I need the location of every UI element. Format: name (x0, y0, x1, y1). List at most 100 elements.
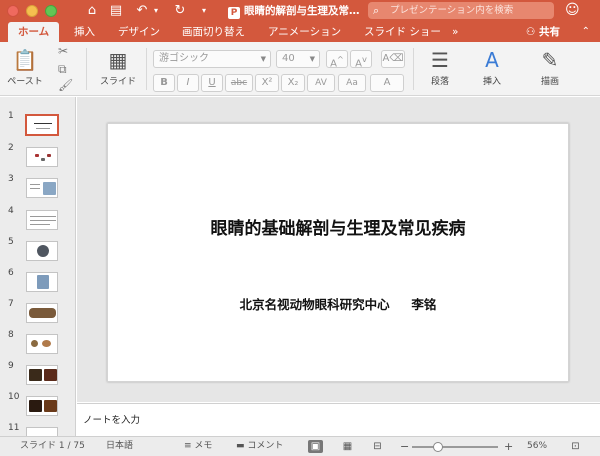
change-case-button[interactable]: Aa (338, 74, 366, 92)
new-slide-button[interactable]: ▦ スライド (96, 46, 140, 87)
thumbnail-row[interactable]: 8 (0, 330, 75, 360)
decrease-font-size-button[interactable]: Av (350, 50, 372, 69)
thumbnail-number: 7 (8, 299, 14, 309)
zoom-level[interactable]: 56% (527, 437, 547, 456)
comments-button[interactable]: ▬ コメント (236, 437, 283, 456)
copy-icon[interactable]: ⧉ (58, 62, 67, 77)
close-window-button[interactable] (7, 5, 19, 17)
slide-thumbnail[interactable] (26, 210, 58, 230)
share-icon: ⚇ (525, 26, 539, 38)
slide-thumbnail[interactable] (26, 427, 58, 436)
thumbnail-row[interactable]: 10 (0, 392, 75, 422)
text-box-icon: A (485, 48, 499, 72)
thumbnail-row[interactable]: 9 (0, 361, 75, 391)
draw-button[interactable]: ✎ 描画 (528, 46, 572, 87)
tab-transitions[interactable]: 画面切り替え (182, 22, 245, 42)
increase-font-size-button[interactable]: A^ (326, 50, 348, 69)
share-button[interactable]: ⚇ 共有 (526, 22, 560, 42)
slide-editor[interactable]: 眼睛的基础解剖与生理及常见疾病 北京名视动物眼科研究中心 李铭 (77, 97, 600, 402)
paragraph-align-icon: ☰ (431, 48, 449, 72)
notes-placeholder: ノートを入力 (83, 415, 141, 426)
paint-brush-icon: ✎ (541, 48, 559, 72)
zoom-out-button[interactable]: − (400, 437, 409, 456)
strikethrough-button[interactable]: abc (225, 74, 253, 92)
paragraph-button[interactable]: ☰ 段落 (420, 46, 460, 87)
font-family-select[interactable]: 游ゴシック ▼ (153, 50, 271, 68)
paste-button[interactable]: 📋 ペースト (6, 46, 44, 87)
slide-thumbnail-selected[interactable] (25, 114, 59, 136)
slide-thumbnail-panel[interactable]: 1 2 3 4 5 6 7 8 9 10 11 (0, 97, 76, 436)
language-indicator[interactable]: 日本語 (106, 437, 133, 456)
search-input[interactable]: ⌕ プレゼンテーション内を検索 (368, 2, 554, 19)
zoom-slider-handle[interactable] (433, 442, 443, 452)
zoom-in-button[interactable]: + (504, 437, 513, 456)
superscript-button[interactable]: X² (255, 74, 279, 92)
undo-dropdown-icon[interactable]: ▾ (148, 3, 164, 19)
thumbnail-row[interactable]: 11 (0, 423, 75, 436)
tab-home[interactable]: ホーム (8, 22, 60, 42)
thumbnail-row[interactable]: 2 (0, 143, 75, 173)
home-icon[interactable]: ⌂ (84, 3, 100, 19)
draw-label: 描画 (540, 77, 559, 87)
collapse-ribbon-icon[interactable]: ⌃ (582, 22, 590, 42)
minimize-window-button[interactable] (26, 5, 38, 17)
thumbnail-row[interactable]: 5 (0, 237, 75, 267)
insert-button[interactable]: A 挿入 (472, 46, 512, 87)
slide-thumbnail[interactable] (26, 303, 58, 323)
zoom-slider-track[interactable] (412, 446, 498, 448)
tab-more[interactable]: » (452, 22, 458, 42)
slide-sorter-view-button[interactable]: ▦ (340, 440, 355, 453)
font-size-select[interactable]: 40 ▼ (276, 50, 320, 68)
slide-thumbnail[interactable] (26, 396, 58, 416)
slide-layout-icon: ▦ (108, 48, 128, 72)
thumbnail-number: 5 (8, 237, 14, 247)
tab-insert[interactable]: 挿入 (74, 22, 95, 42)
thumbnail-row[interactable]: 4 (0, 206, 75, 236)
thumbnail-number: 1 (8, 111, 14, 121)
format-painter-icon[interactable]: 🖌 (58, 78, 73, 92)
thumbnail-row[interactable]: 3 (0, 174, 75, 204)
thumbnail-row[interactable]: 7 (0, 299, 75, 329)
slide-subtitle[interactable]: 北京名视动物眼科研究中心 李铭 (108, 294, 568, 313)
ribbon-tabs: ホーム 挿入 デザイン 画面切り替え アニメーション スライド ショー » ⚇ … (0, 22, 600, 42)
customize-toolbar-icon[interactable]: ▾ (196, 3, 212, 19)
slide-title[interactable]: 眼睛的基础解剖与生理及常见疾病 (108, 214, 568, 239)
slide-thumbnail[interactable] (26, 241, 58, 261)
subscript-button[interactable]: X₂ (281, 74, 305, 92)
normal-view-button[interactable]: ▣ (308, 440, 323, 453)
font-color-button[interactable]: A (370, 74, 404, 92)
tab-design[interactable]: デザイン (118, 22, 160, 42)
slideshow-view-button[interactable]: ⊟ (370, 440, 385, 453)
clear-formatting-button[interactable]: A⌫ (381, 50, 405, 68)
slide-counter: スライド 1 / 75 (20, 441, 85, 451)
slide-thumbnail[interactable] (26, 272, 58, 292)
paragraph-label: 段落 (430, 77, 449, 87)
current-slide[interactable]: 眼睛的基础解剖与生理及常见疾病 北京名视动物眼科研究中心 李铭 (107, 123, 569, 382)
comments-label: コメント (247, 441, 284, 451)
thumbnail-row[interactable]: 6 (0, 268, 75, 298)
character-spacing-button[interactable]: AV (307, 74, 335, 92)
smiley-icon[interactable]: ☺ (565, 2, 580, 18)
italic-button[interactable]: I (177, 74, 199, 92)
slide-thumbnail[interactable] (26, 178, 58, 198)
chevron-down-icon: ▼ (260, 55, 266, 63)
notes-pane[interactable]: ノートを入力 (77, 403, 600, 436)
save-icon[interactable]: ▤ (108, 3, 124, 19)
notes-toggle-button[interactable]: ≡ メモ (184, 437, 212, 456)
comment-icon: ▬ (236, 441, 248, 451)
slide-label: スライド (99, 77, 136, 87)
fit-to-window-icon[interactable]: ⊡ (568, 440, 583, 453)
slide-thumbnail[interactable] (26, 147, 58, 167)
thumbnail-row[interactable]: 1 (0, 111, 75, 141)
underline-button[interactable]: U (201, 74, 223, 92)
thumbnail-number: 8 (8, 330, 14, 340)
fullscreen-window-button[interactable] (45, 5, 57, 17)
tab-slideshow[interactable]: スライド ショー (364, 22, 441, 42)
cut-icon[interactable]: ✂ (58, 44, 68, 58)
thumbnail-number: 2 (8, 143, 14, 153)
redo-icon[interactable]: ↻ (172, 3, 188, 19)
tab-animations[interactable]: アニメーション (268, 22, 341, 42)
bold-button[interactable]: B (153, 74, 175, 92)
slide-thumbnail[interactable] (26, 334, 58, 354)
slide-thumbnail[interactable] (26, 365, 58, 385)
